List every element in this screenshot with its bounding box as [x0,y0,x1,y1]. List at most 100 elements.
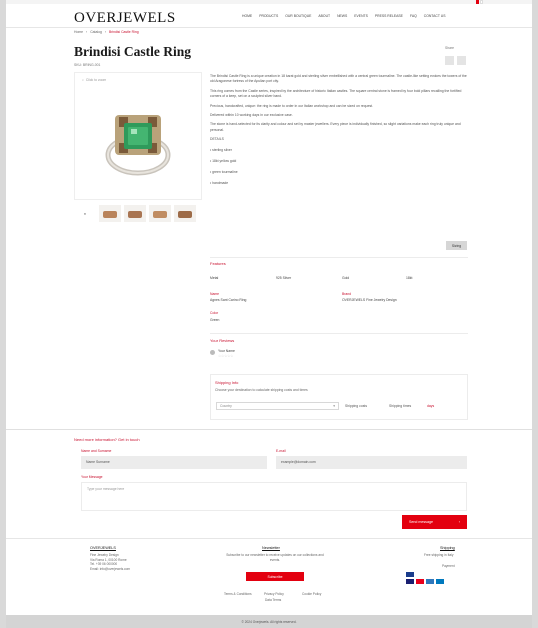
breadcrumb-separator: › [104,30,107,34]
color-label: Color [210,311,219,315]
description-paragraph: The stone is hand-selected for its clari… [210,122,461,132]
section-divider [210,257,468,258]
header: OVERJEWELS HOME PRODUCTS OUR BOUTIQUE AB… [6,6,532,28]
product-page: OVERJEWELS HOME PRODUCTS OUR BOUTIQUE AB… [6,0,532,628]
breadcrumb-home[interactable]: Home [74,30,83,34]
nav-boutique[interactable]: OUR BOUTIQUE [285,14,311,18]
nav-products[interactable]: PRODUCTS [259,14,278,18]
contact-form-title: Need more information? Get in touch [74,437,140,442]
nav-press[interactable]: PRESS RELEASE [375,14,403,18]
detail-item: • 18kt yellow gold [210,159,237,164]
description-paragraph: Delivered within 10 working days in our … [210,113,293,118]
visa-icon [406,579,414,584]
main-nav: HOME PRODUCTS OUR BOUTIQUE ABOUT NEWS EV… [242,14,445,18]
mastercard-icon [416,579,424,584]
header-divider [6,27,532,28]
nav-contact[interactable]: CONTACT US [424,14,446,18]
features-title: Features [210,261,226,266]
breadcrumb-current: Brindisi Castle Ring [109,30,139,34]
review-stars[interactable]: ☆☆☆☆☆ [218,354,233,358]
reviews-title: Your Reviews [210,338,235,343]
paypal-icon [406,572,414,577]
description-paragraph: This ring comes from the Castle series, … [210,88,462,99]
name-field-label: Name and Surname [81,449,112,453]
nav-home[interactable]: HOME [242,14,252,18]
detail-item: • sterling silver [210,148,232,153]
shipping-time-label: Shipping times [389,404,412,408]
message-field-label: Your Message [81,475,103,479]
amex-icon [426,579,434,584]
name-label: Name [210,292,220,296]
breadcrumb-separator: › [86,30,88,34]
product-description: The Brindisi Castle Ring is a unique cre… [210,74,468,192]
shipping-cost-label: Shipping costs [345,404,368,408]
footer-link[interactable]: Privacy Policy [264,592,284,597]
footer-divider [6,538,532,539]
shipping-time-value: days [427,404,435,408]
detail-item: • handmade [210,181,229,186]
detail-item: • green tourmaline [210,170,238,175]
breadcrumb: Home › Catalog › Brindisi Castle Ring [74,30,139,34]
name-value: Agnes Sant Carino Ring [210,298,247,302]
nav-events[interactable]: EVENTS [354,14,368,18]
zoom-label: Click to zoom [85,78,107,82]
shipping-footer-text: Free shipping in Italy [424,553,454,557]
ring-image [105,115,171,176]
description-paragraph: Precious, handcrafted, unique: the ring … [210,103,374,108]
form-divider [6,429,532,430]
share-label: Share [445,46,455,50]
breadcrumb-catalog[interactable]: Catalog [90,30,102,34]
product-image[interactable] [74,72,202,200]
description-paragraph: The Brindisi Castle Ring is a unique cre… [210,74,467,84]
zoom-icon: ⌕ [82,78,84,82]
footer-link[interactable]: Data Terms [265,598,281,603]
logo[interactable]: OVERJEWELS [74,10,176,27]
flag-icon[interactable] [480,0,483,4]
maestro-icon [436,579,444,584]
newsletter-text: Subscribe to our newsletter to receive u… [226,553,324,562]
subscribe-button[interactable]: Subscribe [246,572,304,581]
product-sku: SKU: BRING-001 [74,63,101,67]
send-message-label: Send message [409,520,433,524]
shipping-footer-title: Shipping [440,546,455,550]
thumbnail[interactable] [99,205,121,222]
send-message-button[interactable]: Send message › [402,515,467,529]
top-strip [6,0,532,4]
email-field-label: E-mail [276,449,286,453]
footer-address: Fine Jewelry Design Via Roma 1, 00100 Ro… [90,553,130,571]
thumbnail[interactable] [149,205,171,222]
footer-brand[interactable]: OVERJEWELS [90,546,116,550]
share-facebook-icon[interactable] [445,56,454,65]
share-twitter-icon[interactable] [457,56,466,65]
user-icon [210,350,215,355]
thumbnail-strip: ● [74,205,196,222]
nav-faq[interactable]: FAQ [410,14,417,18]
country-select[interactable]: Country ▾ [216,402,339,410]
section-divider [210,333,468,334]
shipping-title: Shipping Info [215,380,239,385]
address-line[interactable]: Email: info@overjewels.com [90,567,130,572]
video-thumbnail-icon[interactable]: ● [74,205,96,222]
payment-title: Payment [442,564,455,568]
brand-value: OVERJEWELS Fine Jewelry Design [342,298,397,302]
arrow-right-icon: › [458,520,460,524]
nav-about[interactable]: ABOUT [318,14,330,18]
spec-value: 925 Silver [276,276,292,280]
newsletter-title: Newsletter [262,546,280,550]
message-field[interactable]: Type your message here [81,482,467,511]
page-title: Brindisi Castle Ring [74,44,192,59]
nav-news[interactable]: NEWS [337,14,347,18]
details-title: DETAILS [210,137,224,142]
zoom-hint[interactable]: ⌕ Click to zoom [82,78,106,82]
footer-link[interactable]: Cookie Policy [302,592,321,597]
sizing-button[interactable]: Sizing [446,241,467,250]
thumbnail[interactable] [124,205,146,222]
chevron-down-icon: ▾ [333,404,335,408]
flag-icon[interactable] [476,0,479,4]
thumbnail[interactable] [174,205,196,222]
name-field[interactable]: Name Surname [81,456,267,469]
email-field[interactable]: example@domain.com [276,456,467,469]
copyright-bar: © 2024 Overjewels. All rights reserved. [6,615,532,628]
shipping-box: Shipping Info Choose your destination to… [210,374,468,420]
footer-link[interactable]: Terms & Conditions [224,592,252,597]
